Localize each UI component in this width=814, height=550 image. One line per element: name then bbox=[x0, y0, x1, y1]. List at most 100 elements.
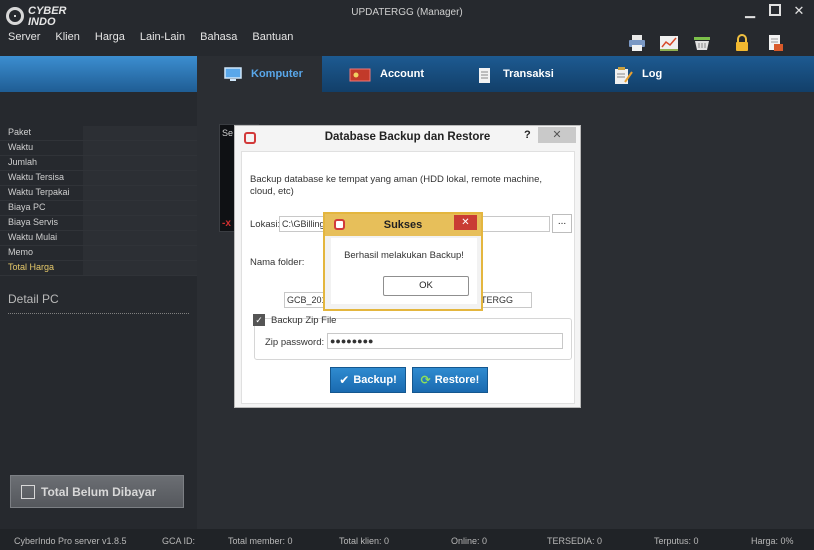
zip-password-field[interactable]: ●●●●●●●● bbox=[327, 333, 563, 349]
info-value bbox=[83, 156, 197, 170]
help-button[interactable]: ? bbox=[524, 129, 531, 141]
browse-button[interactable]: ... bbox=[552, 214, 572, 233]
info-value bbox=[83, 141, 197, 155]
info-label: Biaya PC bbox=[8, 202, 46, 212]
info-row-waktu-terpakai: Waktu Terpakai bbox=[0, 186, 197, 201]
backup-button[interactable]: ✔ Backup! bbox=[330, 367, 406, 393]
ok-button[interactable]: OK bbox=[383, 276, 469, 296]
edit-icon bbox=[21, 484, 35, 499]
info-row-waktu: Waktu bbox=[0, 141, 197, 156]
terputus-text: Terputus: 0 bbox=[654, 536, 699, 546]
receipt-icon bbox=[476, 67, 494, 83]
total-belum-dibayar-label: Total Belum Dibayar bbox=[41, 484, 157, 499]
info-row-biaya-servis: Biaya Servis bbox=[0, 216, 197, 231]
dialog-header: Database Backup dan Restore ? ✕ bbox=[235, 126, 580, 148]
tab-transaksi[interactable]: Transaksi bbox=[476, 56, 554, 92]
info-label: Waktu Tersisa bbox=[8, 172, 65, 182]
menu-lain-lain[interactable]: Lain-Lain bbox=[140, 31, 185, 43]
info-value bbox=[83, 231, 197, 245]
backup-description: Backup database ke tempat yang aman (HDD… bbox=[250, 174, 543, 197]
success-close-button[interactable]: ✕ bbox=[454, 215, 477, 230]
info-row-memo: Memo bbox=[0, 246, 197, 261]
info-label: Total Harga bbox=[8, 262, 55, 272]
window-title: UPDATERGG (Manager) bbox=[351, 7, 463, 18]
title-bar: CYBER INDO UPDATERGG (Manager) ▁ ✕ Serve… bbox=[0, 0, 814, 56]
info-value bbox=[83, 126, 197, 140]
menu-server[interactable]: Server bbox=[8, 31, 40, 43]
menu-harga[interactable]: Harga bbox=[95, 31, 125, 43]
tab-log[interactable]: Log bbox=[613, 56, 662, 92]
tab-log-label: Log bbox=[642, 68, 663, 80]
menu-bahasa[interactable]: Bahasa bbox=[200, 31, 237, 43]
info-row-total-harga: Total Harga bbox=[0, 261, 197, 276]
info-row-waktu-tersisa: Waktu Tersisa bbox=[0, 171, 197, 186]
location-label: Lokasi: bbox=[250, 219, 281, 230]
tab-transaksi-label: Transaksi bbox=[503, 68, 554, 80]
logo-text-line2: INDO bbox=[28, 16, 56, 28]
minimize-icon[interactable]: ▁ bbox=[742, 4, 758, 18]
tab-komputer-label: Komputer bbox=[251, 68, 303, 80]
version-text: CyberIndo Pro server v1.8.5 bbox=[14, 536, 127, 546]
monitor-icon bbox=[224, 66, 242, 82]
restore-button-label: Restore! bbox=[434, 374, 480, 386]
chart-icon[interactable] bbox=[659, 34, 679, 52]
info-value bbox=[83, 216, 197, 230]
menu-bantuan[interactable]: Bantuan bbox=[252, 31, 293, 43]
restore-button[interactable]: ⟳ Restore! bbox=[412, 367, 488, 393]
success-message: Berhasil melakukan Backup! bbox=[344, 250, 464, 261]
panel-title-fragment: Se bbox=[222, 128, 234, 138]
info-row-jumlah: Jumlah bbox=[0, 156, 197, 171]
success-body: Berhasil melakukan Backup! OK bbox=[331, 238, 477, 304]
left-panel: Paket Waktu Jumlah Waktu Tersisa Waktu T… bbox=[0, 92, 197, 529]
info-label: Waktu bbox=[8, 142, 34, 152]
detail-pc-title: Detail PC bbox=[8, 292, 59, 306]
status-bar: CyberIndo Pro server v1.8.5 GCA ID: Tota… bbox=[0, 529, 814, 550]
dialog-close-button[interactable]: ✕ bbox=[538, 127, 576, 143]
info-row-waktu-mulai: Waktu Mulai bbox=[0, 231, 197, 246]
info-label: Memo bbox=[8, 247, 34, 257]
total-klien-text: Total klien: 0 bbox=[339, 536, 390, 546]
info-value bbox=[83, 171, 197, 185]
check-icon: ✔ bbox=[339, 373, 350, 387]
menu-bar: Server Klien Harga Lain-Lain Bahasa Bant… bbox=[8, 31, 308, 43]
total-member-text: Total member: 0 bbox=[228, 536, 293, 546]
backup-zip-label: Backup Zip File bbox=[271, 315, 337, 326]
backup-zip-checkbox[interactable]: ✓ bbox=[253, 314, 265, 326]
backup-button-label: Backup! bbox=[353, 374, 397, 386]
maximize-icon[interactable] bbox=[767, 4, 783, 18]
info-label: Biaya Servis bbox=[8, 217, 59, 227]
menu-klien[interactable]: Klien bbox=[55, 31, 79, 43]
disconnect-marker: -x bbox=[222, 218, 231, 229]
basket-icon[interactable] bbox=[692, 34, 712, 52]
info-value bbox=[83, 261, 197, 275]
tab-account[interactable]: Account bbox=[349, 56, 424, 92]
left-header-stripe bbox=[0, 56, 197, 92]
info-label: Waktu Mulai bbox=[8, 232, 58, 242]
info-label: Waktu Terpakai bbox=[8, 187, 70, 197]
success-header: Sukses ✕ bbox=[325, 214, 481, 236]
info-label: Jumlah bbox=[8, 157, 38, 167]
folder-name-right: TERGG bbox=[481, 295, 514, 305]
zip-password-label: Zip password: bbox=[265, 337, 325, 348]
report-icon[interactable] bbox=[765, 34, 785, 52]
info-value bbox=[83, 201, 197, 215]
lock-icon[interactable] bbox=[732, 34, 752, 52]
close-icon[interactable]: ✕ bbox=[791, 4, 807, 18]
printer-icon[interactable] bbox=[627, 34, 647, 52]
info-row-paket: Paket bbox=[0, 126, 197, 141]
total-belum-dibayar-button[interactable]: Total Belum Dibayar bbox=[10, 475, 184, 508]
info-value bbox=[83, 186, 197, 200]
tab-komputer[interactable]: Komputer bbox=[197, 56, 322, 92]
tersedia-text: TERSEDIA: 0 bbox=[547, 536, 603, 546]
info-label: Paket bbox=[8, 127, 32, 137]
folder-label: Nama folder: bbox=[250, 257, 305, 268]
online-text: Online: 0 bbox=[451, 536, 488, 546]
tab-account-label: Account bbox=[380, 68, 424, 80]
divider bbox=[8, 313, 189, 314]
success-dialog: Sukses ✕ Berhasil melakukan Backup! OK bbox=[323, 212, 483, 311]
gca-id-text: GCA ID: bbox=[162, 536, 196, 546]
refresh-icon: ⟳ bbox=[420, 373, 431, 387]
info-value bbox=[83, 246, 197, 260]
harga-text: Harga: 0% bbox=[751, 536, 794, 546]
clipboard-icon bbox=[613, 66, 633, 84]
